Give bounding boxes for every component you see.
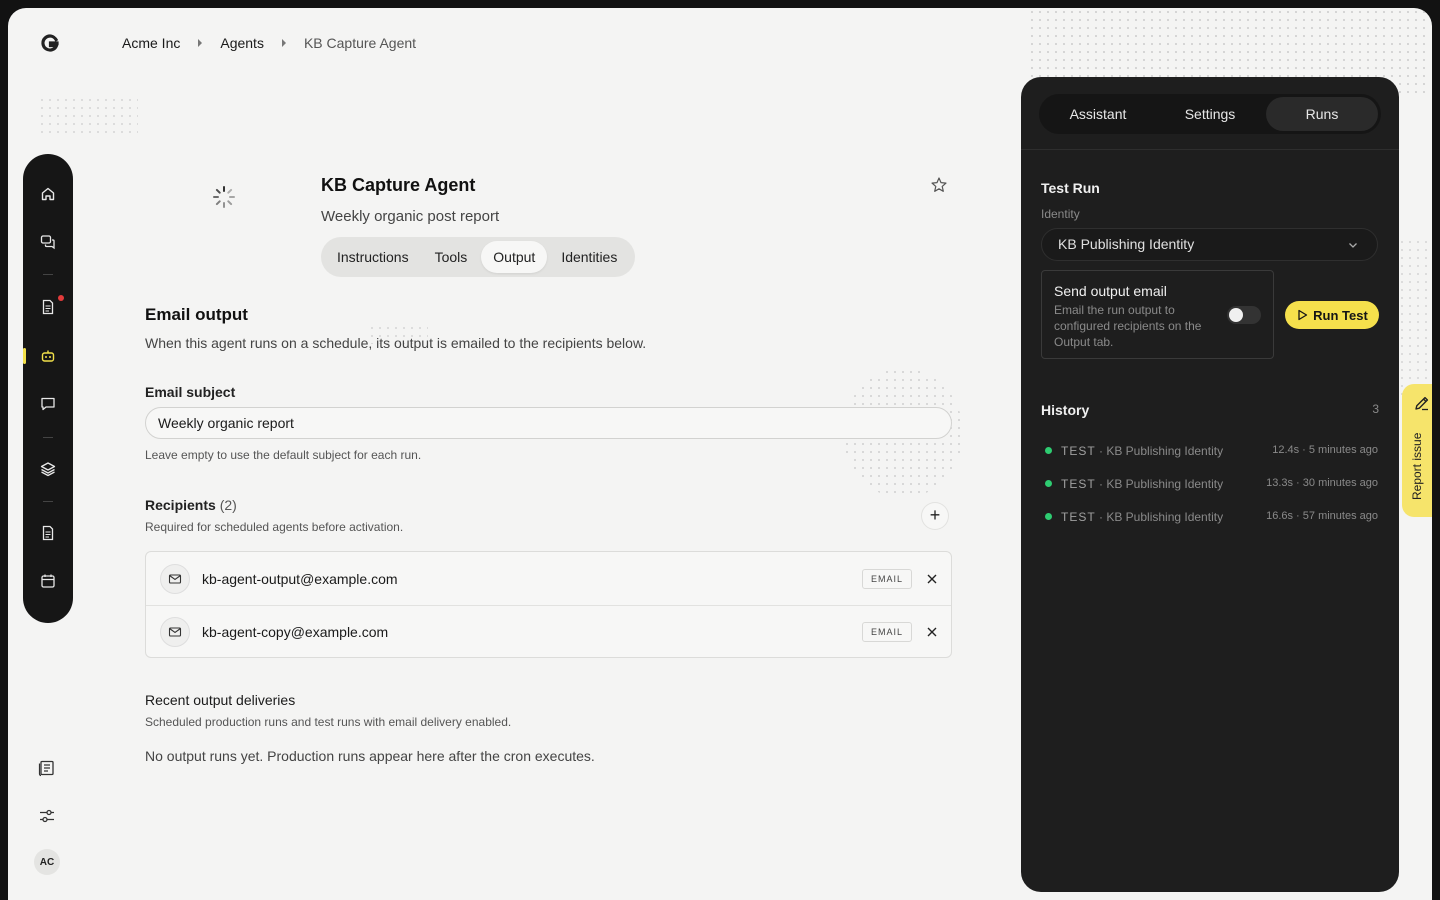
remove-recipient-icon[interactable] bbox=[925, 572, 939, 586]
rail-divider bbox=[43, 437, 53, 438]
logo-icon[interactable] bbox=[40, 33, 60, 53]
history-row[interactable]: TEST · KB Publishing Identity 12.4s · 5 … bbox=[1041, 441, 1378, 461]
dot-texture-right-edge bbox=[1398, 238, 1432, 398]
status-dot bbox=[1045, 480, 1052, 487]
dot-texture-top-left bbox=[38, 96, 138, 136]
identity-select[interactable]: KB Publishing Identity bbox=[1041, 228, 1378, 261]
breadcrumb-org[interactable]: Acme Inc bbox=[122, 35, 180, 51]
run-meta: 13.3s · 30 minutes ago bbox=[1266, 477, 1378, 489]
send-email-title: Send output email bbox=[1054, 283, 1167, 299]
mail-icon bbox=[160, 563, 190, 594]
remove-recipient-icon[interactable] bbox=[925, 625, 939, 639]
agent-subtitle: Weekly organic post report bbox=[321, 208, 500, 225]
notification-dot bbox=[58, 295, 64, 301]
home-icon[interactable] bbox=[38, 184, 58, 204]
calendar-icon[interactable] bbox=[38, 571, 58, 591]
tab-tools[interactable]: Tools bbox=[423, 241, 480, 273]
run-type: TEST bbox=[1061, 444, 1096, 458]
deliveries-heading: Recent output deliveries bbox=[145, 692, 296, 708]
recipient-address: kb-agent-output@example.com bbox=[202, 570, 398, 587]
history-count: 3 bbox=[1372, 402, 1379, 416]
section-heading: Email output bbox=[145, 305, 248, 324]
test-run-heading: Test Run bbox=[1041, 180, 1100, 196]
list-item: kb-agent-output@example.com EMAIL bbox=[146, 552, 951, 605]
message-icon[interactable] bbox=[38, 394, 58, 414]
recipient-address: kb-agent-copy@example.com bbox=[202, 624, 389, 640]
breadcrumb-separator-icon bbox=[281, 39, 286, 47]
email-subject-label: Email subject bbox=[145, 384, 236, 400]
recipient-list: kb-agent-output@example.com EMAIL kb-age… bbox=[145, 551, 952, 658]
mail-icon bbox=[160, 617, 190, 647]
history-row[interactable]: TEST · KB Publishing Identity 13.3s · 30… bbox=[1041, 474, 1378, 494]
active-indicator bbox=[23, 348, 26, 364]
recipients-count: (2) bbox=[219, 497, 237, 513]
toggle-knob bbox=[1229, 308, 1243, 322]
rail-divider bbox=[43, 274, 53, 275]
loading-spinner-icon bbox=[213, 186, 235, 208]
sidebar-rail bbox=[23, 154, 73, 623]
file-icon[interactable] bbox=[38, 523, 58, 543]
send-email-card: Send output email Email the run output t… bbox=[1041, 270, 1274, 359]
recipients-label: Recipients (2) bbox=[145, 497, 237, 513]
status-dot bbox=[1045, 447, 1052, 454]
list-item: kb-agent-copy@example.com EMAIL bbox=[146, 605, 951, 658]
email-subject-input[interactable]: Weekly organic report bbox=[145, 407, 952, 439]
history-row[interactable]: TEST · KB Publishing Identity 16.6s · 57… bbox=[1041, 507, 1378, 527]
tab-runs[interactable]: Runs bbox=[1266, 97, 1378, 131]
run-identity: · KB Publishing Identity bbox=[1099, 477, 1224, 491]
book-icon[interactable] bbox=[36, 757, 58, 779]
email-subject-hint: Leave empty to use the default subject f… bbox=[145, 448, 422, 462]
run-meta: 16.6s · 57 minutes ago bbox=[1266, 510, 1378, 522]
send-email-toggle[interactable] bbox=[1227, 306, 1261, 324]
breadcrumb-agents[interactable]: Agents bbox=[220, 35, 264, 51]
history-heading: History bbox=[1041, 402, 1090, 418]
recipient-type-badge: EMAIL bbox=[862, 568, 913, 589]
tab-output[interactable]: Output bbox=[481, 241, 548, 273]
tab-settings[interactable]: Settings bbox=[1154, 97, 1266, 131]
recipients-hint: Required for scheduled agents before act… bbox=[145, 520, 404, 534]
report-issue-label: Report issue bbox=[1410, 432, 1424, 500]
breadcrumb: Acme Inc Agents KB Capture Agent bbox=[122, 33, 416, 53]
send-email-description: Email the run output to configured recip… bbox=[1054, 303, 1202, 349]
identity-label: Identity bbox=[1041, 207, 1080, 221]
agent-tabs: Instructions Tools Output Identities bbox=[321, 237, 636, 277]
tab-identities[interactable]: Identities bbox=[549, 241, 629, 273]
play-icon bbox=[1298, 309, 1308, 321]
tab-instructions[interactable]: Instructions bbox=[325, 241, 421, 273]
document-icon[interactable] bbox=[38, 297, 58, 317]
runs-panel: Assistant Settings Runs Test Run Identit… bbox=[1021, 77, 1399, 892]
app-window: Acme Inc Agents KB Capture Agent AC KB C… bbox=[8, 8, 1432, 900]
sliders-icon[interactable] bbox=[36, 805, 58, 827]
run-identity: · KB Publishing Identity bbox=[1099, 444, 1224, 458]
bot-icon[interactable] bbox=[38, 346, 58, 366]
status-dot bbox=[1045, 513, 1052, 520]
run-test-label: Run Test bbox=[1313, 307, 1368, 323]
avatar[interactable]: AC bbox=[34, 849, 60, 875]
breadcrumb-separator-icon bbox=[198, 39, 203, 47]
report-issue-button[interactable]: Report issue bbox=[1402, 384, 1432, 517]
chat-icon[interactable] bbox=[38, 232, 58, 252]
star-icon[interactable] bbox=[930, 176, 948, 194]
agent-title: KB Capture Agent bbox=[321, 175, 476, 195]
deliveries-description: Scheduled production runs and test runs … bbox=[145, 715, 512, 729]
layers-icon[interactable] bbox=[38, 459, 58, 479]
tab-assistant[interactable]: Assistant bbox=[1042, 97, 1154, 131]
deliveries-empty-state: No output runs yet. Production runs appe… bbox=[145, 748, 595, 764]
pencil-icon bbox=[1415, 396, 1429, 411]
run-identity: · KB Publishing Identity bbox=[1099, 510, 1224, 524]
add-recipient-button[interactable]: + bbox=[922, 503, 948, 529]
panel-divider bbox=[1021, 149, 1399, 150]
breadcrumb-current: KB Capture Agent bbox=[303, 35, 417, 51]
run-type: TEST bbox=[1061, 510, 1096, 524]
identity-select-value: KB Publishing Identity bbox=[1058, 236, 1195, 252]
panel-tabs: Assistant Settings Runs bbox=[1039, 94, 1381, 134]
run-test-button[interactable]: Run Test bbox=[1285, 301, 1379, 329]
recipients-label-text: Recipients bbox=[145, 497, 216, 513]
chevron-down-icon bbox=[1349, 243, 1357, 248]
section-description: When this agent runs on a schedule, its … bbox=[145, 335, 647, 351]
rail-divider bbox=[43, 501, 53, 502]
run-type: TEST bbox=[1061, 477, 1096, 491]
recipient-type-badge: EMAIL bbox=[862, 622, 913, 642]
run-meta: 12.4s · 5 minutes ago bbox=[1272, 444, 1378, 456]
